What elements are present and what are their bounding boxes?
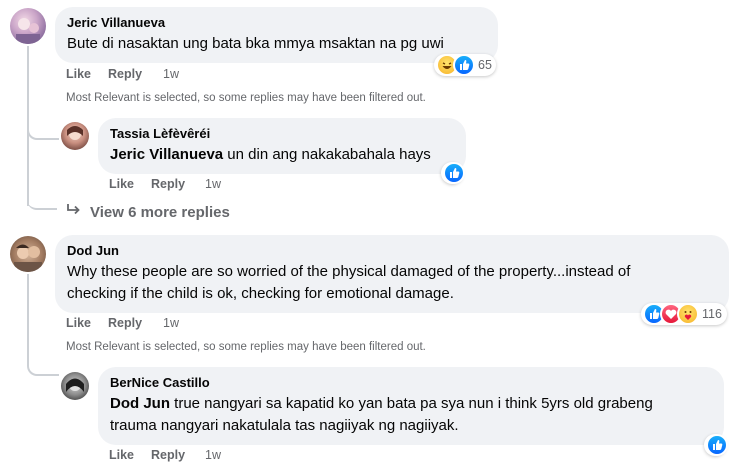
mention-link[interactable]: Dod Jun	[110, 395, 170, 412]
reply-text: Jeric Villanueva un din ang nakakabahala…	[110, 146, 431, 163]
comment-text-line2: checking if the child is ok, checking fo…	[67, 285, 454, 302]
thread-connector	[27, 196, 57, 210]
like-button[interactable]: Like	[66, 67, 91, 81]
care-icon	[677, 303, 699, 325]
comment-author[interactable]: Dod Jun	[67, 243, 119, 258]
comment-text-line1: Why these people are so worried of the p…	[67, 263, 631, 280]
like-button[interactable]: Like	[66, 316, 91, 330]
reply-button[interactable]: Reply	[108, 67, 142, 81]
reaction-summary[interactable]	[441, 162, 465, 184]
filter-notice: Most Relevant is selected, so some repli…	[66, 92, 426, 104]
reply-timestamp[interactable]: 1w	[205, 177, 221, 191]
comment-author[interactable]: Jeric Villanueva	[67, 15, 165, 30]
thread-connector	[27, 122, 59, 140]
reaction-summary[interactable]	[704, 434, 728, 456]
like-button[interactable]: Like	[109, 177, 134, 191]
like-icon	[443, 162, 465, 184]
reply-text-line2: trauma nangyari nakatulala tas nagiiyak …	[110, 417, 459, 434]
comment-timestamp[interactable]: 1w	[163, 67, 179, 81]
reply-timestamp[interactable]: 1w	[205, 448, 221, 462]
reply-arrow-icon	[66, 203, 82, 221]
reply-button[interactable]: Reply	[151, 177, 185, 191]
reply-button[interactable]: Reply	[151, 448, 185, 462]
comment-text: Bute di nasaktan ung bata bka mmya msakt…	[67, 35, 444, 52]
reaction-count: 65	[478, 58, 492, 72]
reply-button[interactable]: Reply	[108, 316, 142, 330]
avatar[interactable]	[61, 122, 89, 150]
thread-connector	[27, 358, 59, 376]
like-icon	[706, 434, 728, 456]
avatar[interactable]	[10, 236, 46, 272]
reply-author[interactable]: Tassia Lèfèvêréi	[110, 126, 210, 141]
comment-bubble: Jeric Villanueva Bute di nasaktan ung ba…	[55, 7, 498, 63]
thread-line	[27, 274, 29, 362]
reaction-count: 116	[702, 307, 722, 321]
reply-bubble: Tassia Lèfèvêréi Jeric Villanueva un din…	[98, 118, 466, 174]
comment-bubble: Dod Jun Why these people are so worried …	[55, 235, 729, 313]
like-button[interactable]: Like	[109, 448, 134, 462]
reply-bubble: BerNice Castillo Dod Jun true nangyari s…	[98, 367, 724, 445]
filter-notice: Most Relevant is selected, so some repli…	[66, 341, 426, 353]
reaction-summary[interactable]: 65	[434, 54, 496, 76]
reply-author[interactable]: BerNice Castillo	[110, 375, 210, 390]
reply-text-line1: Dod Jun true nangyari sa kapatid ko yan …	[110, 395, 653, 412]
comment-timestamp[interactable]: 1w	[163, 316, 179, 330]
like-icon	[453, 54, 475, 76]
avatar[interactable]	[10, 8, 46, 44]
view-more-replies[interactable]: View 6 more replies	[66, 203, 230, 221]
mention-link[interactable]: Jeric Villanueva	[110, 146, 223, 163]
reaction-summary[interactable]: 116	[641, 303, 727, 325]
avatar[interactable]	[61, 372, 89, 400]
